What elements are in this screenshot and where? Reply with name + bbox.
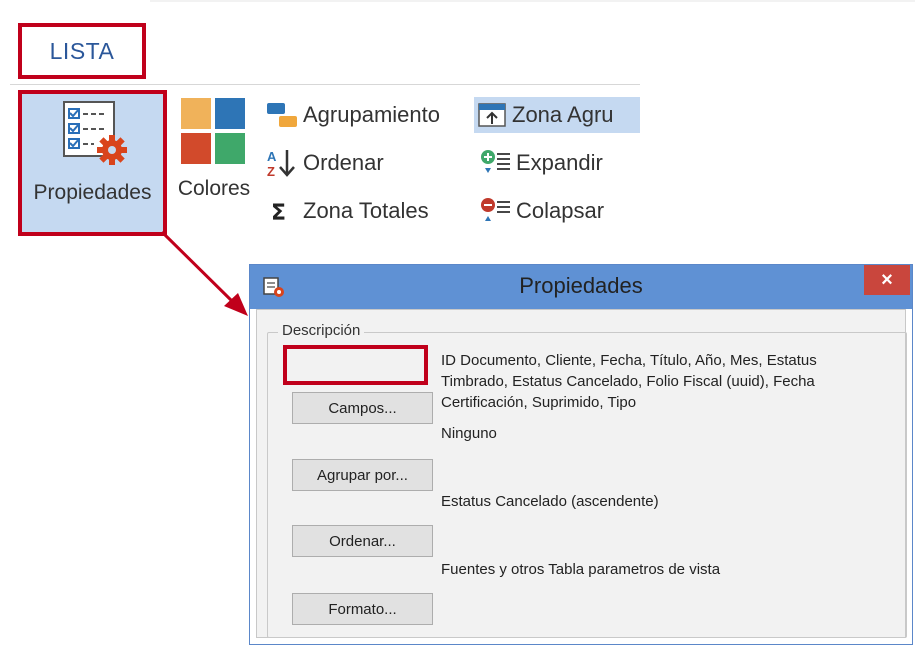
color-squares-icon [181, 98, 245, 164]
tab-lista[interactable]: LISTA [18, 23, 146, 79]
svg-text:A: A [267, 149, 277, 164]
propiedades-dialog: Propiedades × Descripción Campos... ID D… [249, 264, 913, 645]
colapsar-button[interactable]: Colapsar [478, 193, 604, 229]
ordenar-value: Estatus Cancelado (ascendente) [441, 493, 659, 510]
agrupar-por-button[interactable]: Agrupar por... [292, 459, 433, 491]
ordenar-dialog-button-label: Ordenar... [329, 532, 396, 550]
colapsar-label: Colapsar [516, 198, 605, 223]
ribbon-divider [10, 84, 640, 85]
agrupar-por-value: Ninguno [441, 425, 497, 442]
expandir-label: Expandir [516, 150, 603, 175]
zona-agrupamiento-button[interactable]: Zona Agru [474, 97, 640, 133]
close-icon: × [881, 268, 893, 291]
dialog-title: Propiedades [519, 273, 643, 298]
propiedades-label: Propiedades [33, 181, 152, 204]
properties-checklist-gear-icon [63, 101, 127, 165]
colores-label: Colores [177, 177, 251, 200]
ribbon-top-border [150, 0, 915, 2]
formato-button-label: Formato... [328, 600, 397, 618]
close-button[interactable]: × [864, 265, 910, 295]
sigma-icon: Σ [271, 201, 286, 226]
ordenar-label: Ordenar [303, 150, 384, 175]
sort-az-icon: A Z [267, 149, 295, 178]
campos-value: ID Documento, Cliente, Fecha, Título, Añ… [441, 352, 817, 411]
expandir-button[interactable]: Expandir [478, 145, 603, 181]
agrupar-por-button-label: Agrupar por... [317, 466, 408, 484]
formato-button[interactable]: Formato... [292, 593, 433, 625]
agrupamiento-button[interactable]: Agrupamiento [265, 97, 440, 133]
propiedades-button[interactable]: Propiedades [18, 90, 167, 236]
zona-totales-button[interactable]: Σ Zona Totales [265, 193, 429, 229]
zona-totales-label: Zona Totales [303, 198, 429, 223]
dialog-titlebar[interactable]: Propiedades × [250, 265, 912, 309]
collapse-minus-icon [481, 198, 510, 221]
group-zone-icon [478, 103, 506, 127]
ordenar-dialog-button[interactable]: Ordenar... [292, 525, 433, 557]
svg-text:Z: Z [267, 164, 275, 178]
tab-lista-label: LISTA [49, 37, 115, 64]
formato-value: Fuentes y otros Tabla parametros de vist… [441, 561, 721, 578]
campos-highlight-frame [283, 345, 428, 385]
ordenar-button[interactable]: A Z Ordenar [265, 145, 384, 181]
groupbox-legend: Descripción [278, 322, 365, 339]
expand-plus-icon [481, 150, 510, 173]
agrupamiento-label: Agrupamiento [303, 102, 440, 127]
campos-button-label: Campos... [328, 399, 397, 417]
colores-button[interactable]: Colores [170, 92, 258, 232]
zona-agru-label: Zona Agru [512, 102, 614, 127]
campos-button[interactable]: Campos... [292, 392, 433, 424]
grouping-icon [267, 103, 297, 127]
svg-text:Σ: Σ [271, 201, 286, 226]
